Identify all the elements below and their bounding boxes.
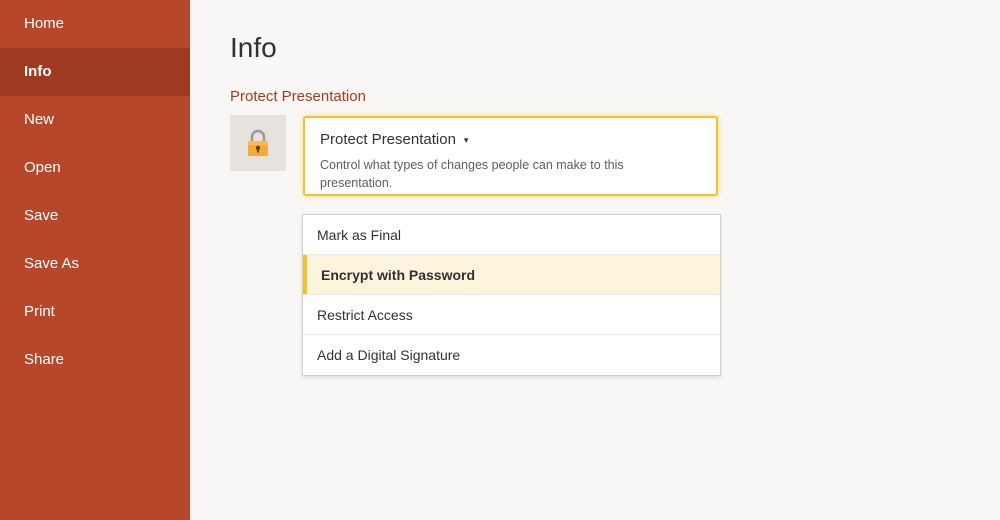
menu-item-restrict-access[interactable]: Restrict Access bbox=[303, 295, 720, 335]
main-panel: Info Protect Presentation Protect Presen… bbox=[190, 0, 1000, 520]
protect-presentation-title: Protect Presentation bbox=[320, 131, 456, 148]
protect-dropdown-menu: Mark as Final Encrypt with Password Rest… bbox=[302, 214, 721, 376]
nav-item-home[interactable]: Home bbox=[0, 0, 190, 48]
nav-item-open[interactable]: Open bbox=[0, 144, 190, 192]
protect-presentation-label: Protect Presentation ▾ bbox=[320, 131, 468, 148]
nav-item-info[interactable]: Info bbox=[0, 48, 190, 96]
nav-item-share[interactable]: Share bbox=[0, 336, 190, 384]
backstage-sidebar: Home Info New Open Save Save As Print Sh… bbox=[0, 0, 190, 520]
protect-presentation-description: Control what types of changes people can… bbox=[320, 158, 624, 190]
nav-item-new[interactable]: New bbox=[0, 96, 190, 144]
caret-down-icon: ▾ bbox=[463, 134, 469, 145]
protect-presentation-button[interactable]: Protect Presentation ▾ Control what types… bbox=[303, 116, 718, 196]
nav-item-save[interactable]: Save bbox=[0, 192, 190, 240]
menu-item-add-digital-signature[interactable]: Add a Digital Signature bbox=[303, 335, 720, 375]
nav-item-print[interactable]: Print bbox=[0, 288, 190, 336]
nav-item-save-as[interactable]: Save As bbox=[0, 240, 190, 288]
page-title: Info bbox=[230, 32, 277, 63]
protect-presentation-icon-tile[interactable] bbox=[230, 115, 286, 171]
section-title: Protect Presentation bbox=[230, 88, 366, 105]
lock-icon bbox=[248, 129, 268, 156]
menu-item-mark-as-final[interactable]: Mark as Final bbox=[303, 215, 720, 255]
menu-item-encrypt-with-password[interactable]: Encrypt with Password bbox=[303, 255, 720, 295]
